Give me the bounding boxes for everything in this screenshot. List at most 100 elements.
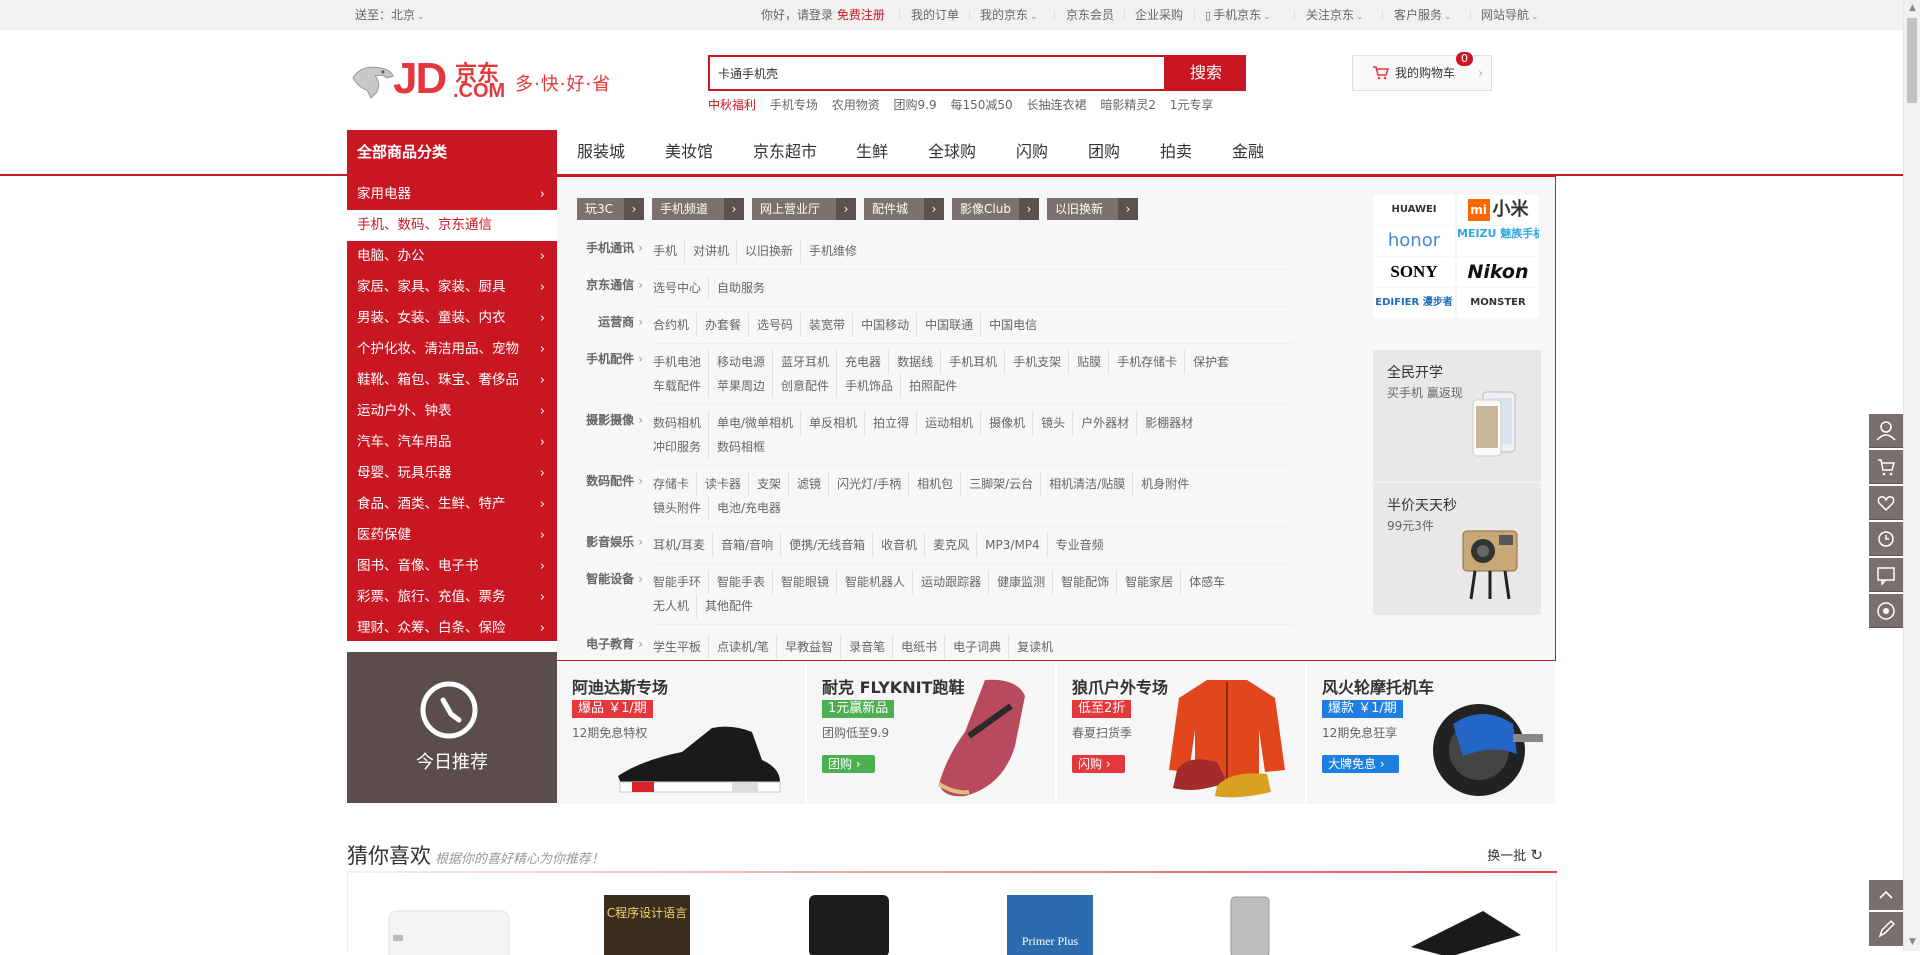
subcategory-link[interactable]: 办套餐 xyxy=(696,313,748,337)
subcategory-link[interactable]: 音箱/音响 xyxy=(712,533,780,557)
subcategory-link[interactable]: 影棚器材 xyxy=(1136,411,1200,435)
hot-word[interactable]: 1元专享 xyxy=(1170,98,1214,112)
promo-tile[interactable]: 风火轮摩托机车 爆款 ￥1/期 12期免息狂享 大牌免息 › xyxy=(1307,664,1555,804)
subcategory-link[interactable]: 合约机 xyxy=(653,313,696,337)
nav-link[interactable]: 美妆馆 xyxy=(665,130,713,174)
subcategory-link[interactable]: 专业音频 xyxy=(1046,533,1111,557)
subcategory-title[interactable]: 电子教育 › xyxy=(571,635,643,652)
subcategory-link[interactable]: 智能配饰 xyxy=(1052,570,1116,594)
promo-tile[interactable]: 阿迪达斯专场 爆品 ￥1/期 12期免息特权 xyxy=(557,664,805,804)
promo-tile[interactable]: 耐克 FLYKNIT跑鞋 1元赢新品 团购低至9.9 团购 › xyxy=(807,664,1055,804)
subcategory-link[interactable]: 保护套 xyxy=(1184,350,1236,374)
channel-tag[interactable]: 网上营业厅 › xyxy=(752,198,856,220)
brand-logo-edifier[interactable]: EDIFIER 漫步者 xyxy=(1373,288,1455,318)
subcategory-link[interactable]: 三脚架/云台 xyxy=(960,472,1040,496)
search-button[interactable]: 搜索 xyxy=(1166,55,1246,91)
subcategory-title[interactable]: 手机配件 › xyxy=(571,350,643,367)
subcategory-link[interactable]: 运动跟踪器 xyxy=(912,570,988,594)
subcategory-link[interactable]: 电池/充电器 xyxy=(708,496,788,520)
customer-service-link[interactable]: 客户服务 ⌄ xyxy=(1394,0,1452,30)
product-image[interactable] xyxy=(1225,895,1275,955)
category-item[interactable]: 彩票、旅行、充值、票务 › xyxy=(347,582,557,613)
tile-button[interactable]: 大牌免息 › xyxy=(1322,755,1399,773)
subcategory-link[interactable]: 冲印服务 xyxy=(653,435,708,459)
heart-icon[interactable] xyxy=(1869,486,1903,520)
subcategory-link[interactable]: MP3/MP4 xyxy=(976,533,1047,557)
subcategory-link[interactable]: 智能机器人 xyxy=(836,570,912,594)
login-link[interactable]: 你好，请登录 免费注册 xyxy=(761,0,885,30)
subcategory-link[interactable]: 装宽带 xyxy=(800,313,852,337)
subcategory-title[interactable]: 运营商 › xyxy=(571,313,643,330)
category-item[interactable]: 图书、音像、电子书 › xyxy=(347,551,557,582)
subcategory-link[interactable]: 读卡器 xyxy=(696,472,748,496)
jd-member-link[interactable]: 京东会员 xyxy=(1066,0,1114,30)
product-image[interactable]: C程序设计语言 xyxy=(602,895,692,955)
subcategory-link[interactable]: 苹果周边 xyxy=(708,374,772,398)
subcategory-link[interactable]: 创意配件 xyxy=(772,374,836,398)
tile-button[interactable]: 闪购 › xyxy=(1072,755,1125,773)
subcategory-link[interactable]: 健康监测 xyxy=(988,570,1052,594)
subcategory-link[interactable]: 电子词典 xyxy=(944,635,1008,659)
cart-icon[interactable] xyxy=(1869,450,1903,484)
subcategory-link[interactable]: 无人机 xyxy=(653,594,696,618)
subcategory-link[interactable]: 手机维修 xyxy=(800,239,864,263)
brand-logo-honor[interactable]: honor xyxy=(1373,226,1455,256)
subcategory-link[interactable]: 中国电信 xyxy=(980,313,1044,337)
category-item-active[interactable]: 手机、数码、京东通信 xyxy=(347,210,558,241)
subcategory-link[interactable]: 手机支架 xyxy=(1004,350,1068,374)
subcategory-link[interactable]: 单电/微单相机 xyxy=(708,411,800,435)
subcategory-link[interactable]: 拍立得 xyxy=(864,411,916,435)
follow-jd-link[interactable]: 关注京东 ⌄ xyxy=(1306,0,1364,30)
scroll-down-arrow-icon[interactable]: ▼ xyxy=(1904,934,1920,951)
category-item[interactable]: 汽车、汽车用品 › xyxy=(347,427,557,458)
category-item[interactable]: 电脑、办公 › xyxy=(347,241,557,272)
brand-logo-huawei[interactable]: HUAWEI xyxy=(1373,195,1455,225)
subcategory-link[interactable]: 拍照配件 xyxy=(900,374,964,398)
product-image[interactable] xyxy=(805,895,895,955)
register-link[interactable]: 免费注册 xyxy=(837,8,885,22)
subcategory-link[interactable]: 数码相框 xyxy=(708,435,772,459)
subcategory-link[interactable]: 镜头附件 xyxy=(653,496,708,520)
category-item[interactable]: 母婴、玩具乐器 › xyxy=(347,458,557,489)
subcategory-link[interactable]: 对讲机 xyxy=(684,239,736,263)
subcategory-link[interactable]: 单反相机 xyxy=(800,411,864,435)
greeting[interactable]: 你好，请登录 xyxy=(761,8,833,22)
feedback-icon[interactable] xyxy=(1869,594,1903,628)
subcategory-link[interactable]: 以旧换新 xyxy=(736,239,800,263)
subcategory-link[interactable]: 车载配件 xyxy=(653,374,708,398)
subcategory-link[interactable]: 贴膜 xyxy=(1068,350,1108,374)
channel-tag[interactable]: 手机频道 › xyxy=(652,198,744,220)
jd-logo[interactable]: JD 京东 .COM 多·快·好·省 xyxy=(347,52,617,107)
search-input[interactable] xyxy=(710,57,1164,89)
subcategory-link[interactable]: 手机 xyxy=(653,239,684,263)
feedback-button[interactable] xyxy=(1869,912,1903,946)
subcategory-link[interactable]: 选号码 xyxy=(748,313,800,337)
location-selector[interactable]: 送至：北京 ⌄ xyxy=(355,0,425,30)
subcategory-link[interactable]: 其他配件 xyxy=(696,594,760,618)
subcategory-link[interactable]: 智能眼镜 xyxy=(772,570,836,594)
category-item[interactable]: 运动户外、钟表 › xyxy=(347,396,557,427)
scroll-up-arrow-icon[interactable]: ▲ xyxy=(1904,0,1920,17)
subcategory-link[interactable]: 录音笔 xyxy=(840,635,892,659)
hot-word[interactable]: 长抽连衣裙 xyxy=(1026,98,1086,112)
refresh-button[interactable]: 换一批 ↻ xyxy=(1487,845,1543,864)
category-item[interactable]: 个护化妆、清洁用品、宠物 › xyxy=(347,334,557,365)
subcategory-title[interactable]: 数码配件 › xyxy=(571,472,643,489)
hot-word[interactable]: 每150减50 xyxy=(950,98,1012,112)
subcategory-link[interactable]: 支架 xyxy=(748,472,788,496)
back-to-top-button[interactable] xyxy=(1869,880,1903,910)
subcategory-title[interactable]: 影音娱乐 › xyxy=(571,533,643,550)
message-icon[interactable] xyxy=(1869,558,1903,592)
all-categories-button[interactable]: 全部商品分类 xyxy=(347,130,557,176)
nav-link[interactable]: 生鲜 xyxy=(856,130,888,174)
subcategory-link[interactable]: 数码相机 xyxy=(653,411,708,435)
history-icon[interactable] xyxy=(1869,522,1903,556)
subcategory-link[interactable]: 相机清洁/贴膜 xyxy=(1040,472,1132,496)
subcategory-title[interactable]: 手机通讯 › xyxy=(571,239,643,256)
subcategory-link[interactable]: 运动相机 xyxy=(916,411,980,435)
subcategory-title[interactable]: 京东通信 › xyxy=(571,276,643,293)
mobile-jd-link[interactable]: ▯ 手机京东 ⌄ xyxy=(1205,0,1271,30)
subcategory-link[interactable]: 镜头 xyxy=(1032,411,1072,435)
brand-logo-monster[interactable]: MONSTER xyxy=(1457,288,1539,318)
brand-logo-nikon[interactable]: Nikon xyxy=(1457,257,1539,287)
